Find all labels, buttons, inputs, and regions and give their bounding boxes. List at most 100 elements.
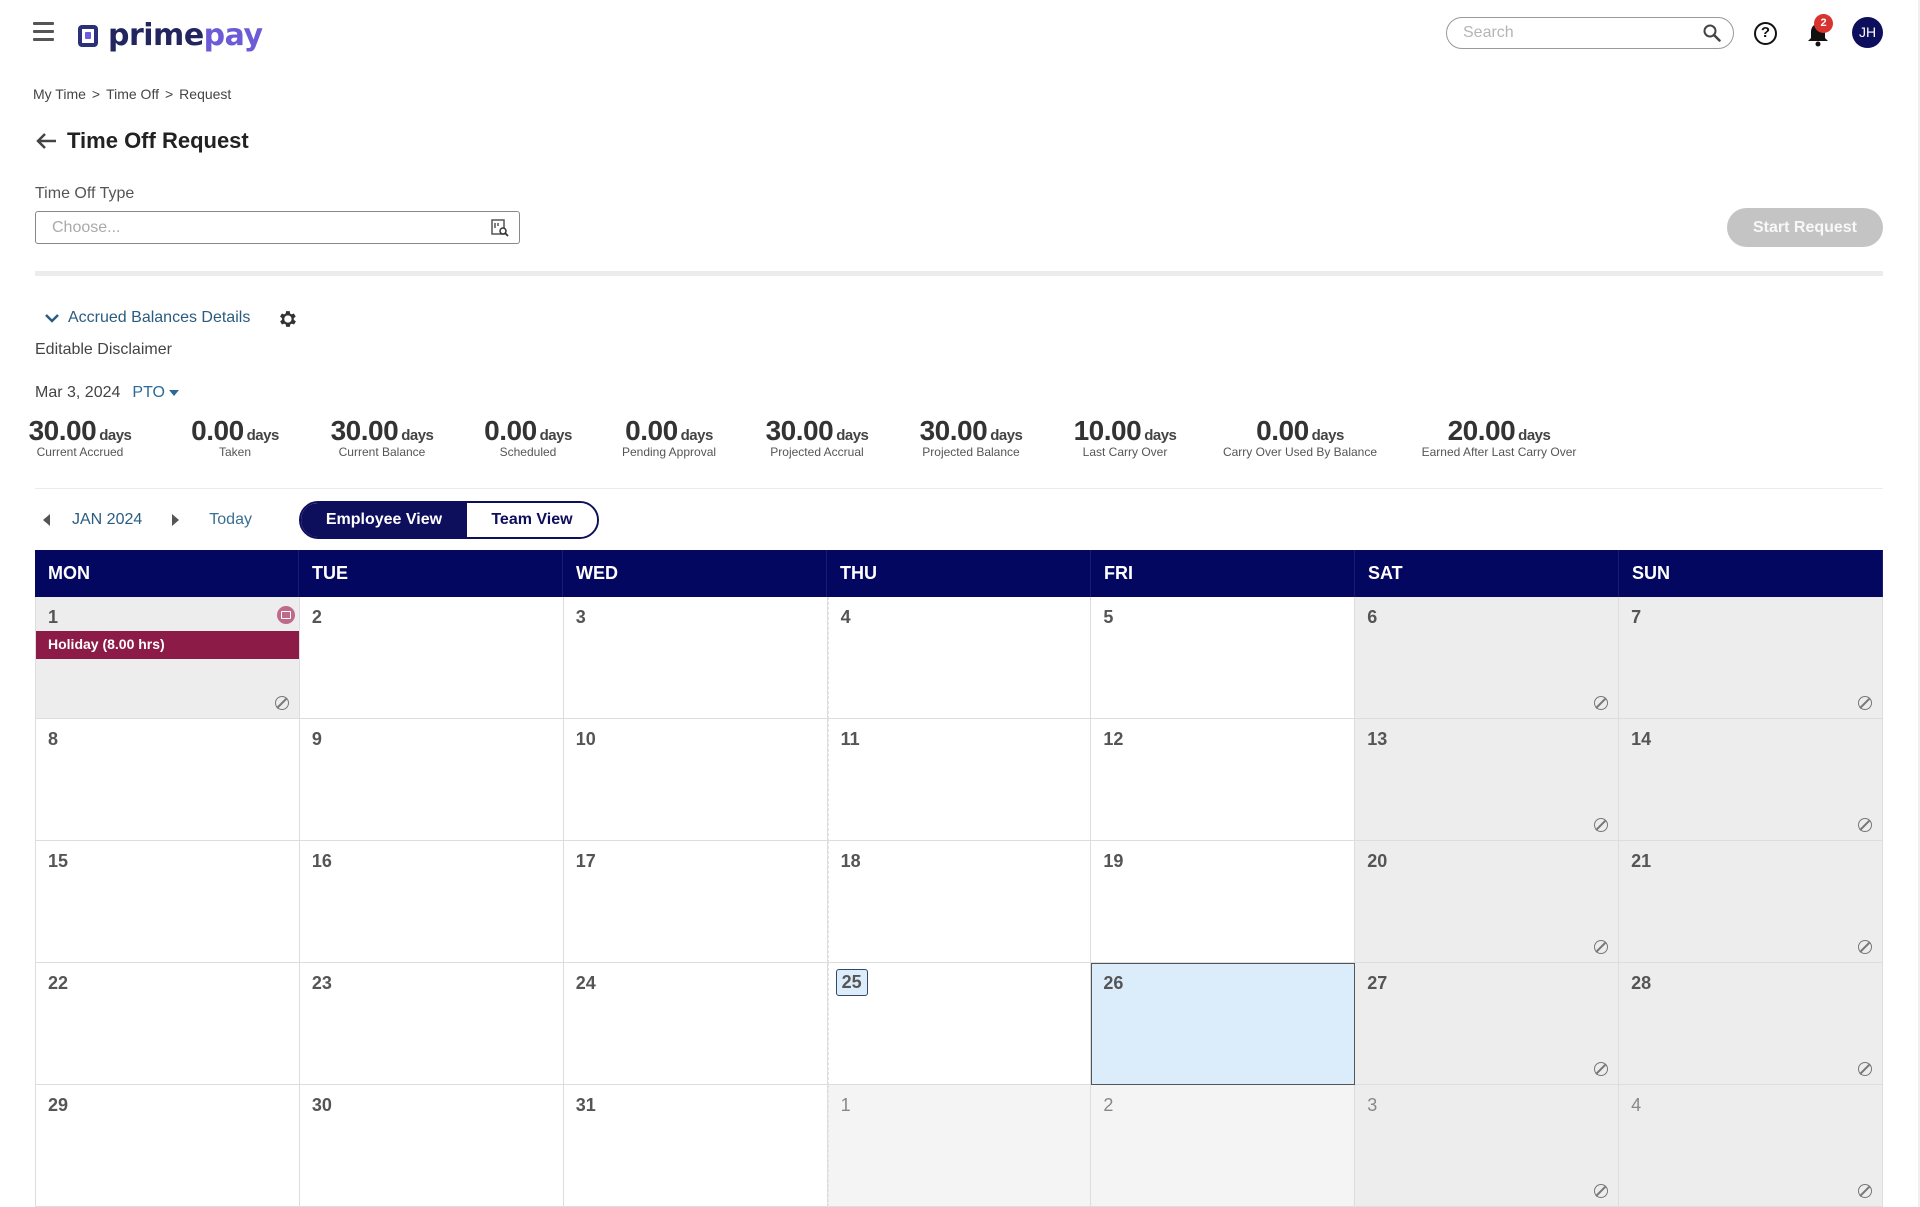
start-request-button[interactable]: Start Request — [1727, 208, 1883, 247]
gear-icon[interactable] — [276, 308, 298, 330]
today-link[interactable]: Today — [209, 511, 252, 529]
month-picker[interactable]: JAN 2024 — [72, 511, 142, 529]
calendar-day-cell[interactable]: 3 — [563, 597, 828, 719]
calendar-day-cell[interactable]: 14 — [1619, 719, 1883, 841]
unavailable-icon — [1858, 696, 1872, 710]
balance-label: Current Accrued — [36, 445, 124, 459]
balance-item: 30.00 days Projected Balance — [920, 415, 1023, 459]
calendar-day-cell[interactable]: 13 — [1355, 719, 1620, 841]
breadcrumb: My Time > Time Off > Request — [33, 86, 231, 102]
calendar-day-cell[interactable]: 25 — [827, 963, 1092, 1085]
balance-label: Projected Accrual — [770, 445, 864, 459]
calendar-grid: 1 Holiday (8.00 hrs) 2 3 4 5 6 7 8 9 10 11 12 13 14 15 1… — [35, 597, 1883, 1207]
calendar-day-cell[interactable]: 7 — [1619, 597, 1883, 719]
weekday-header: FRI — [1091, 550, 1355, 597]
calendar-day-cell[interactable]: 26 — [1091, 963, 1356, 1085]
day-number: 11 — [840, 729, 860, 749]
calendar-day-cell[interactable]: 19 — [1091, 841, 1356, 963]
balance-unit: days — [99, 427, 132, 444]
calendar-day-cell[interactable]: 22 — [36, 963, 300, 1085]
calendar-day-cell[interactable]: 27 — [1355, 963, 1620, 1085]
employee-view-button[interactable]: Employee View — [300, 503, 467, 537]
balance-item: 0.00 days Pending Approval — [622, 415, 716, 459]
balance-label: Pending Approval — [621, 445, 717, 459]
calendar-day-cell[interactable]: 4 — [827, 597, 1092, 719]
calendar-day-cell[interactable]: 9 — [299, 719, 564, 841]
calendar-day-cell[interactable]: 1 Holiday (8.00 hrs) — [36, 597, 300, 719]
day-number: 3 — [575, 607, 586, 627]
user-avatar[interactable]: JH — [1852, 17, 1883, 48]
calendar-day-cell[interactable]: 20 — [1355, 841, 1620, 963]
day-number: 20 — [1367, 851, 1388, 871]
calendar-day-cell[interactable]: 5 — [1091, 597, 1356, 719]
calendar-day-cell[interactable]: 21 — [1619, 841, 1883, 963]
caret-down-icon — [169, 390, 179, 396]
calendar-day-cell[interactable]: 2 — [1091, 1085, 1356, 1207]
balance-value: 10.00 — [1073, 415, 1142, 446]
accrued-balances-label: Accrued Balances Details — [68, 309, 251, 326]
unavailable-icon — [1858, 940, 1872, 954]
time-off-type-select[interactable]: Choose... — [35, 211, 520, 244]
calendar-day-cell[interactable]: 31 — [563, 1085, 828, 1207]
calendar-day-cell[interactable]: 11 — [827, 719, 1092, 841]
calendar-day-cell[interactable]: 15 — [36, 841, 300, 963]
accrued-balances-toggle[interactable]: Accrued Balances Details — [44, 309, 250, 327]
back-arrow-icon[interactable] — [35, 131, 57, 151]
calendar-day-cell[interactable]: 8 — [36, 719, 300, 841]
balance-as-of-date: Mar 3, 2024 — [35, 384, 121, 401]
calendar-day-cell[interactable]: 10 — [563, 719, 828, 841]
lookup-icon[interactable] — [491, 218, 509, 237]
calendar-day-cell[interactable]: 3 — [1355, 1085, 1620, 1207]
calendar-day-cell[interactable]: 24 — [563, 963, 828, 1085]
breadcrumb-my-time[interactable]: My Time — [33, 86, 86, 102]
policy-select[interactable]: PTO — [132, 384, 179, 402]
calendar-day-cell[interactable]: 2 — [299, 597, 564, 719]
holiday-event[interactable]: Holiday (8.00 hrs) — [36, 631, 299, 659]
day-number: 15 — [48, 851, 69, 871]
balance-unit: days — [680, 427, 714, 444]
balance-item: 0.00 days Taken — [191, 415, 279, 459]
calendar-day-cell[interactable]: 28 — [1619, 963, 1883, 1085]
day-number: 4 — [1631, 1095, 1642, 1115]
balance-label: Projected Balance — [922, 445, 1020, 459]
calendar-day-cell[interactable]: 23 — [299, 963, 564, 1085]
prev-month-icon[interactable] — [43, 514, 50, 526]
breadcrumb-request: Request — [179, 86, 232, 102]
day-number: 19 — [1103, 851, 1124, 871]
search-input[interactable] — [1463, 24, 1703, 42]
breadcrumb-time-off[interactable]: Time Off — [106, 86, 159, 102]
chevron-down-icon — [45, 314, 59, 323]
calendar-day-cell[interactable]: 1 — [827, 1085, 1092, 1207]
logo-mark-icon — [78, 24, 98, 47]
unavailable-icon — [1594, 818, 1609, 832]
next-month-icon[interactable] — [172, 514, 180, 526]
balance-value: 30.00 — [919, 415, 988, 446]
balance-unit: days — [1311, 427, 1345, 444]
page-title: Time Off Request — [67, 128, 249, 153]
day-number: 6 — [1367, 607, 1378, 627]
search-box[interactable] — [1446, 17, 1734, 49]
balance-item: 0.00 days Scheduled — [484, 415, 572, 459]
search-icon[interactable] — [1703, 24, 1721, 42]
calendar-day-cell[interactable]: 30 — [299, 1085, 564, 1207]
calendar-day-cell[interactable]: 4 — [1619, 1085, 1883, 1207]
top-bar: primepay ? 2 JH — [0, 0, 1920, 70]
calendar-day-cell[interactable]: 16 — [299, 841, 564, 963]
day-number: 21 — [1631, 851, 1652, 871]
menu-icon[interactable] — [33, 22, 54, 42]
calendar-day-cell[interactable]: 18 — [827, 841, 1092, 963]
primepay-logo[interactable]: primepay — [78, 18, 263, 53]
calendar-day-cell[interactable]: 6 — [1355, 597, 1620, 719]
calendar-day-cell[interactable]: 12 — [1091, 719, 1356, 841]
help-icon[interactable]: ? — [1754, 22, 1777, 45]
balance-item: 20.00 days Earned After Last Carry Over — [1422, 415, 1577, 459]
unavailable-icon — [1594, 696, 1609, 710]
balance-unit: days — [836, 427, 869, 444]
balance-value: 30.00 — [330, 415, 399, 446]
calendar-day-cell[interactable]: 17 — [563, 841, 828, 963]
team-view-button[interactable]: Team View — [466, 503, 597, 537]
logo-pay-text: pay — [203, 18, 263, 53]
calendar-day-cell[interactable]: 29 — [36, 1085, 300, 1207]
day-number: 1 — [840, 1095, 851, 1115]
weekday-header: MON — [35, 550, 299, 597]
